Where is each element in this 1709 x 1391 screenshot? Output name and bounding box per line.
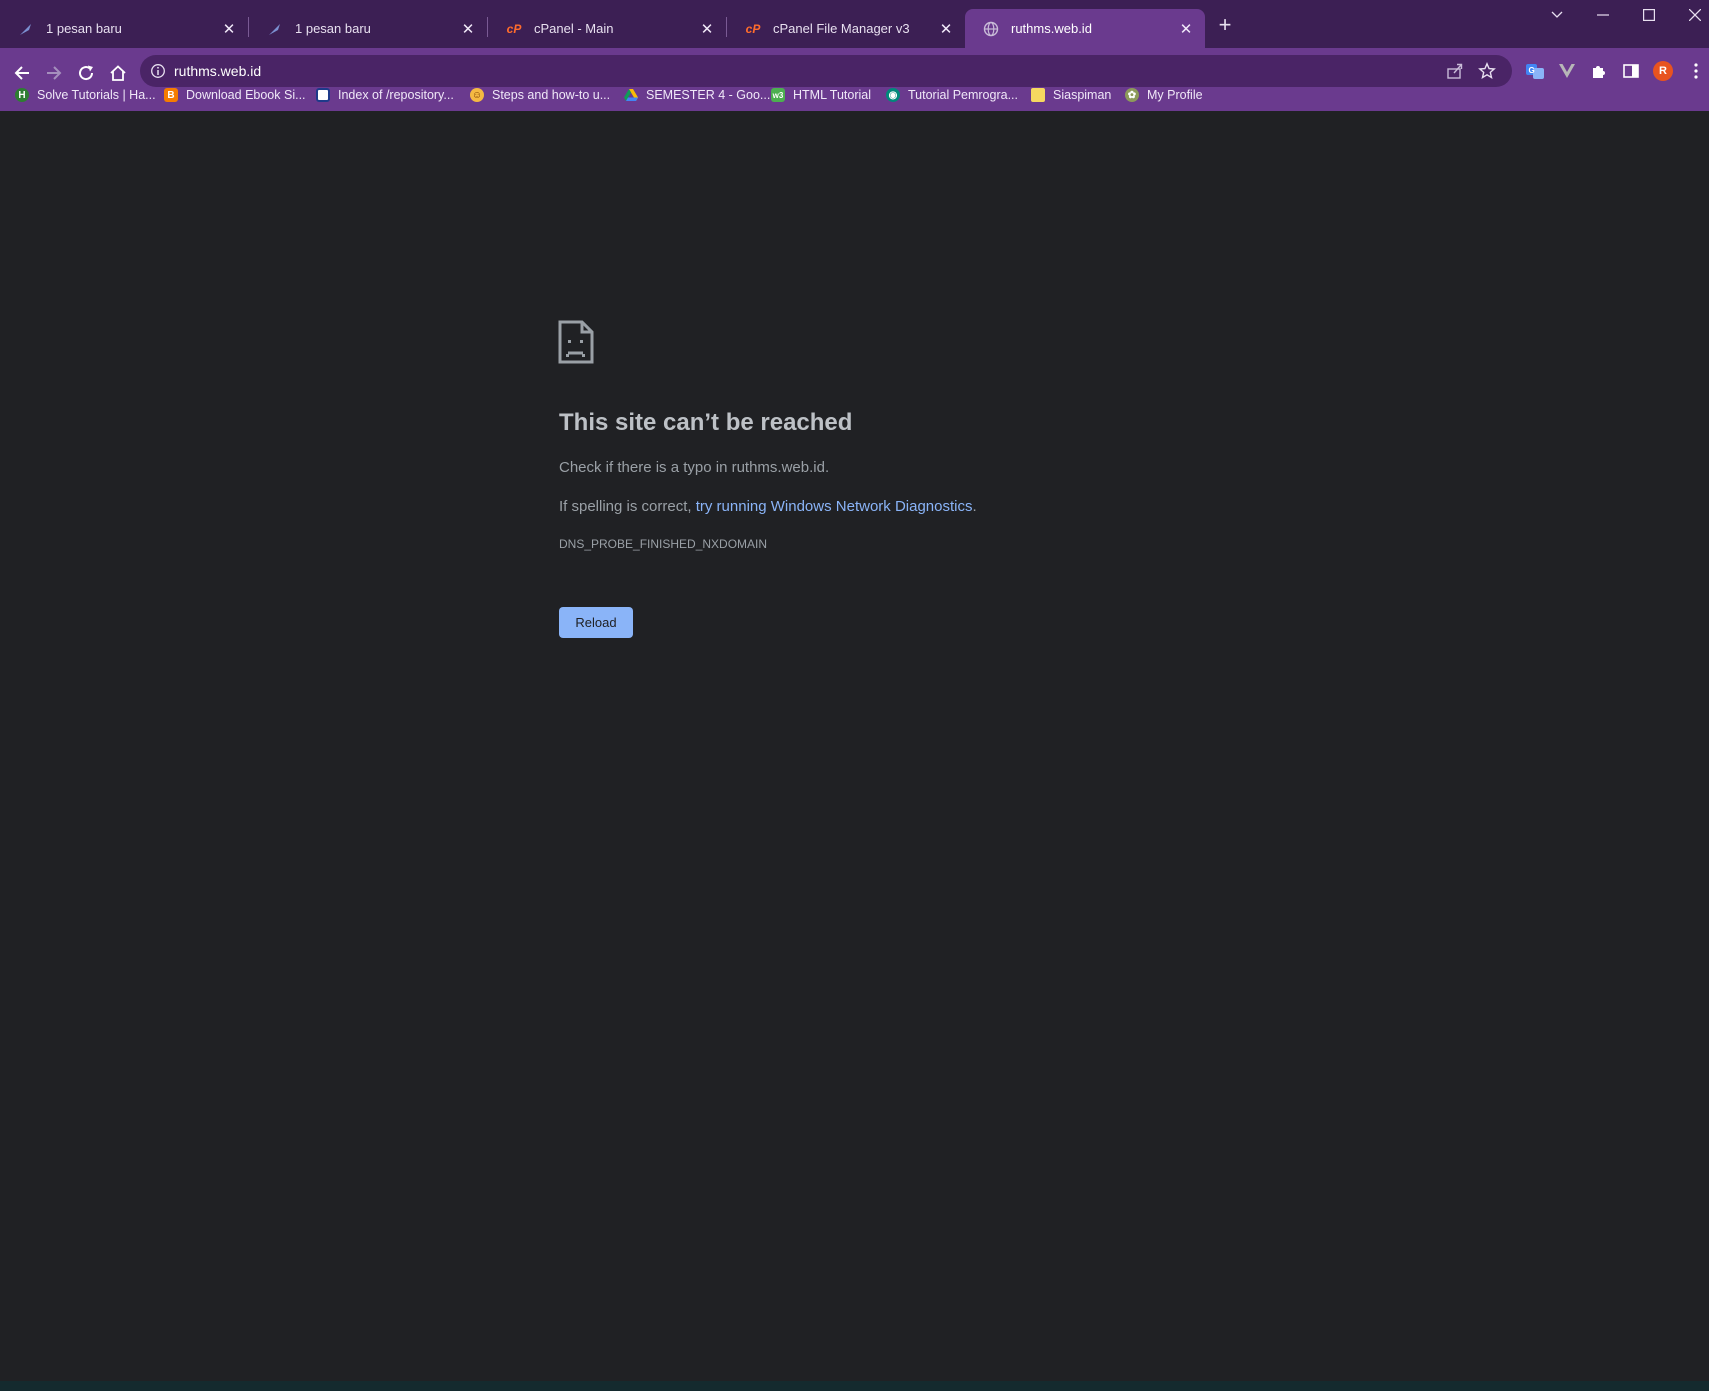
bookmark-label: Download Ebook Si...	[186, 88, 306, 102]
bookmark-siaspiman[interactable]: Siaspiman	[1031, 84, 1111, 106]
bookmarks-bar: H Solve Tutorials | Ha... B Download Ebo…	[0, 79, 1709, 111]
maximize-icon[interactable]	[1636, 4, 1662, 26]
network-diagnostics-link[interactable]: try running Windows Network Diagnostics	[696, 498, 973, 515]
svg-text:G: G	[1529, 66, 1535, 75]
bookmark-label: HTML Tutorial	[793, 88, 872, 102]
url-text[interactable]: ruthms.web.id	[174, 63, 261, 79]
tab-ruthms-active[interactable]: ruthms.web.id ✕	[965, 9, 1205, 48]
tab-title: 1 pesan baru	[295, 21, 371, 36]
bookmark-label: Siaspiman	[1053, 88, 1112, 102]
tab-title: 1 pesan baru	[46, 21, 122, 36]
page-title: This site can’t be reached	[559, 409, 853, 436]
bookmark-index-of-repository[interactable]: Index of /repository...	[316, 84, 454, 106]
globe-icon	[983, 21, 999, 37]
tab-strip: 1 pesan baru ✕ 1 pesan baru ✕ cP cPanel …	[0, 0, 1709, 48]
page-icon	[316, 88, 330, 102]
bookmark-label: Solve Tutorials | Ha...	[37, 88, 156, 102]
minimize-icon[interactable]	[1590, 4, 1616, 26]
tab-title: ruthms.web.id	[1011, 21, 1092, 36]
folder-icon	[1031, 88, 1045, 102]
tab-cpanel-file-manager[interactable]: cP cPanel File Manager v3 ✕	[727, 9, 965, 48]
feather-icon	[267, 21, 283, 37]
bookmark-download-ebook[interactable]: B Download Ebook Si...	[164, 84, 306, 106]
bookmark-label: Tutorial Pemrogra...	[908, 88, 1018, 102]
close-icon[interactable]: ✕	[937, 20, 955, 38]
cpanel-icon: cP	[506, 21, 522, 36]
reload-button[interactable]: Reload	[559, 607, 633, 638]
tab-title: cPanel File Manager v3	[773, 21, 910, 36]
drive-icon	[624, 88, 638, 102]
sad-document-icon	[558, 320, 594, 369]
close-window-icon[interactable]	[1682, 4, 1708, 26]
typo-hint-text: Check if there is a typo in ruthms.web.i…	[559, 459, 830, 476]
diagnostics-hint: If spelling is correct, try running Wind…	[559, 498, 977, 515]
cpanel-icon: cP	[745, 21, 761, 36]
close-icon[interactable]: ✕	[220, 20, 238, 38]
diagnostics-prefix: If spelling is correct,	[559, 498, 696, 515]
bookmark-solve-tutorials[interactable]: H Solve Tutorials | Ha...	[15, 84, 156, 106]
bookmark-my-profile[interactable]: ✿ My Profile	[1125, 84, 1203, 106]
profile-initial: R	[1653, 61, 1673, 81]
tab-1-pesan-baru-2[interactable]: 1 pesan baru ✕	[249, 9, 487, 48]
tab-title: cPanel - Main	[534, 21, 614, 36]
site-info-icon[interactable]	[150, 63, 166, 79]
close-icon[interactable]: ✕	[459, 20, 477, 38]
bookmark-label: Steps and how-to u...	[492, 88, 611, 102]
tab-cpanel-main[interactable]: cP cPanel - Main ✕	[488, 9, 726, 48]
bookmark-steps-and-how-to[interactable]: ☺ Steps and how-to u...	[470, 84, 610, 106]
w3-icon: w3	[771, 88, 785, 102]
new-tab-button[interactable]: +	[1214, 14, 1236, 36]
bookmark-label: SEMESTER 4 - Goo...	[646, 88, 771, 102]
tab-1-pesan-baru[interactable]: 1 pesan baru ✕	[0, 9, 248, 48]
bookmark-html-tutorial[interactable]: w3 HTML Tutorial	[771, 84, 871, 106]
bookmark-tutorial-pemrograman[interactable]: ◉ Tutorial Pemrogra...	[886, 84, 1018, 106]
close-icon[interactable]: ✕	[698, 20, 716, 38]
bookmark-label: My Profile	[1147, 88, 1203, 102]
blogger-icon: B	[164, 88, 178, 102]
emoji-icon: ☺	[470, 88, 484, 102]
circle-logo-icon: ◉	[886, 88, 900, 102]
taskbar-edge	[0, 1381, 1709, 1391]
tab-search-chevron-icon[interactable]	[1546, 4, 1568, 26]
bookmark-label: Index of /repository...	[338, 88, 454, 102]
h-icon: H	[15, 88, 29, 102]
error-code: DNS_PROBE_FINISHED_NXDOMAIN	[559, 537, 768, 551]
close-icon[interactable]: ✕	[1177, 20, 1195, 38]
diagnostics-suffix: .	[972, 498, 977, 515]
profile-logo-icon: ✿	[1125, 88, 1139, 102]
feather-icon	[18, 21, 34, 37]
bookmark-semester-4-drive[interactable]: SEMESTER 4 - Goo...	[624, 84, 770, 106]
page-content: This site can’t be reached Check if ther…	[0, 111, 1709, 1381]
